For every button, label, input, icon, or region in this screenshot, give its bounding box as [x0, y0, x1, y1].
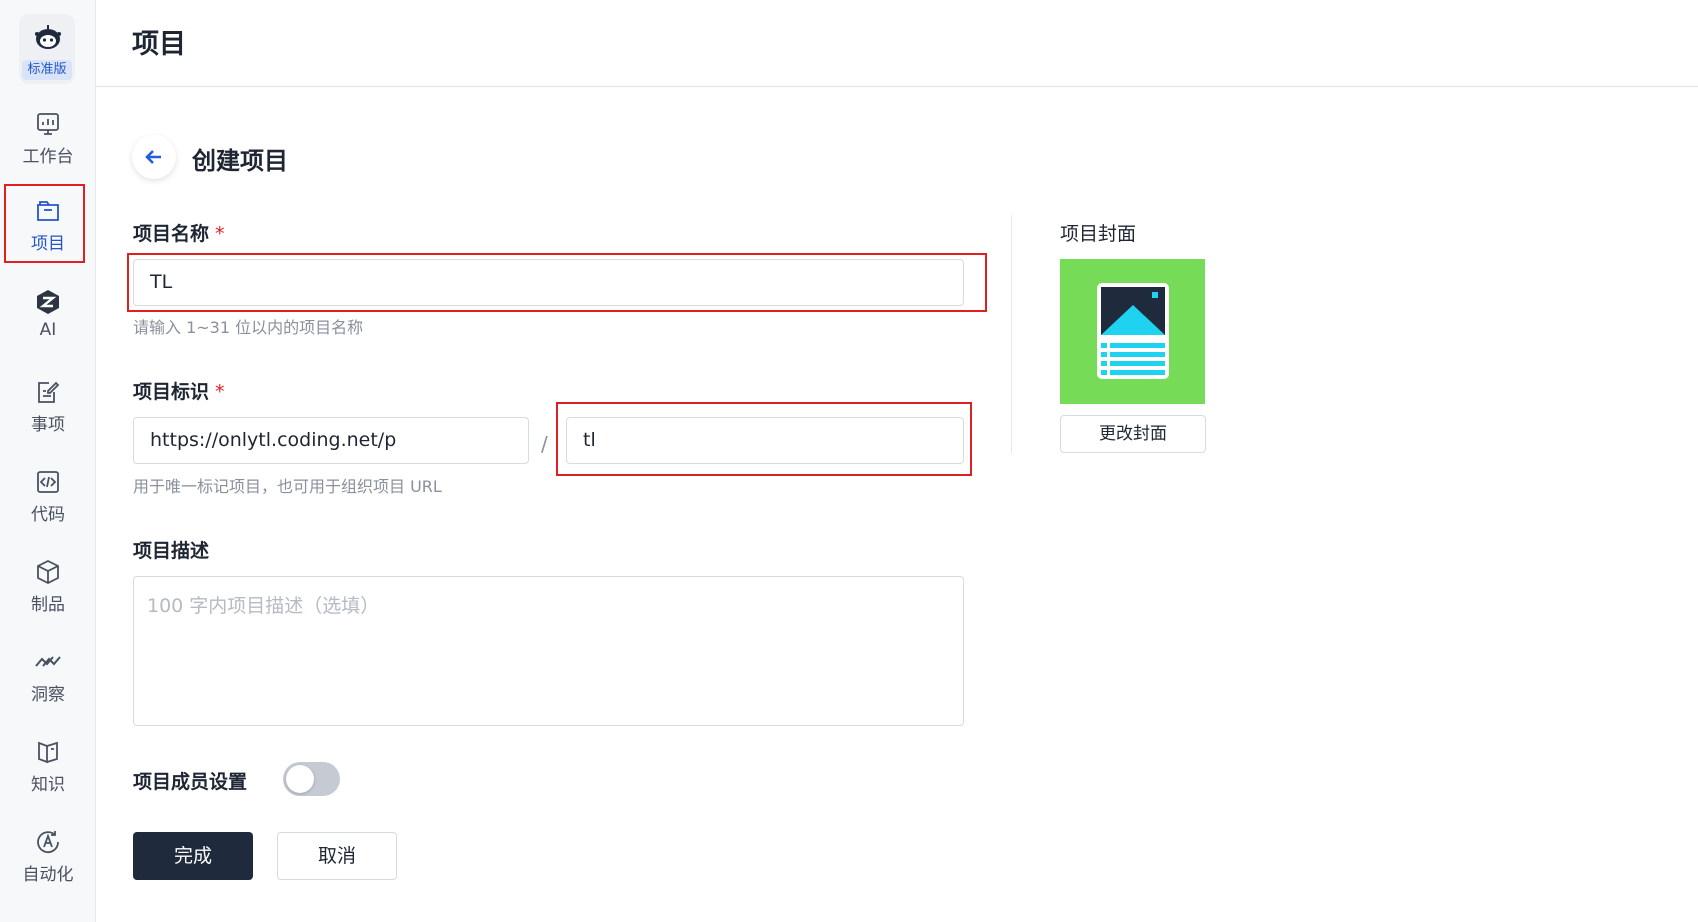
- identifier-input-highlight: [556, 402, 972, 476]
- back-button[interactable]: [132, 135, 176, 179]
- project-description-textarea[interactable]: 100 字内项目描述（选填）: [133, 576, 964, 726]
- sidebar-item-knowledge[interactable]: 知识: [0, 726, 96, 806]
- app-logo[interactable]: 标准版: [19, 14, 75, 84]
- automation-icon: [34, 828, 62, 856]
- member-settings-toggle[interactable]: [283, 762, 340, 796]
- project-identifier-hint: 用于唯一标记项目，也可用于组织项目 URL: [133, 477, 442, 496]
- required-mark: *: [215, 223, 225, 245]
- name-input-highlight: [127, 253, 987, 312]
- sidebar-item-label: 知识: [31, 775, 65, 795]
- project-name-label: 项目名称 *: [133, 223, 225, 245]
- sidebar-item-ai[interactable]: AI: [0, 276, 96, 356]
- sidebar-item-code[interactable]: 代码: [0, 456, 96, 536]
- top-header: 项目: [96, 0, 1698, 87]
- package-cube-icon: [34, 558, 62, 586]
- vertical-divider: [1011, 215, 1012, 453]
- sidebar-item-automation[interactable]: 自动化: [0, 816, 96, 896]
- code-icon: [34, 468, 62, 496]
- sidebar-item-artifacts[interactable]: 制品: [0, 546, 96, 626]
- url-prefix-field: https://onlytl.coding.net/p: [133, 417, 529, 464]
- project-description-label: 项目描述: [133, 540, 210, 562]
- mascot-logo-icon: [35, 25, 61, 49]
- page-title: 项目: [132, 29, 186, 60]
- ai-logo-icon: [34, 288, 62, 316]
- cancel-button[interactable]: 取消: [277, 832, 397, 880]
- sidebar-item-label: AI: [39, 320, 57, 340]
- sidebar-item-label: 制品: [31, 595, 65, 615]
- sidebar-item-insights[interactable]: 洞察: [0, 636, 96, 716]
- sidebar-item-issues[interactable]: 事项: [0, 366, 96, 446]
- sidebar: 标准版 工作台 项目 AI 事项 代码 制品 洞察 知识 自动化: [0, 0, 96, 922]
- sidebar-item-workbench[interactable]: 工作台: [0, 98, 96, 178]
- cover-label: 项目封面: [1060, 223, 1137, 245]
- project-name-hint: 请输入 1~31 位以内的项目名称: [133, 318, 364, 337]
- document-cover-icon: [1097, 283, 1169, 379]
- sidebar-item-label: 洞察: [31, 685, 65, 705]
- task-edit-icon: [34, 378, 62, 406]
- sidebar-item-label: 自动化: [22, 865, 74, 885]
- toggle-knob: [286, 765, 314, 793]
- member-settings-label: 项目成员设置: [133, 771, 248, 793]
- edition-badge: 标准版: [22, 60, 72, 80]
- sidebar-item-label: 工作台: [22, 147, 74, 167]
- monitor-chart-icon: [34, 110, 62, 138]
- change-cover-button[interactable]: 更改封面: [1060, 415, 1206, 453]
- project-identifier-label: 项目标识 *: [133, 381, 225, 403]
- sidebar-item-label: 代码: [31, 505, 65, 525]
- project-cover-image[interactable]: [1060, 259, 1205, 404]
- book-icon: [34, 738, 62, 766]
- arrow-left-icon: [145, 150, 161, 164]
- sidebar-item-label: 事项: [31, 415, 65, 435]
- required-mark: *: [215, 381, 225, 403]
- active-item-highlight: [4, 184, 85, 263]
- insight-chart-icon: [34, 648, 62, 676]
- url-separator: /: [541, 432, 548, 456]
- submit-button[interactable]: 完成: [133, 832, 253, 880]
- form-heading: 创建项目: [192, 147, 288, 175]
